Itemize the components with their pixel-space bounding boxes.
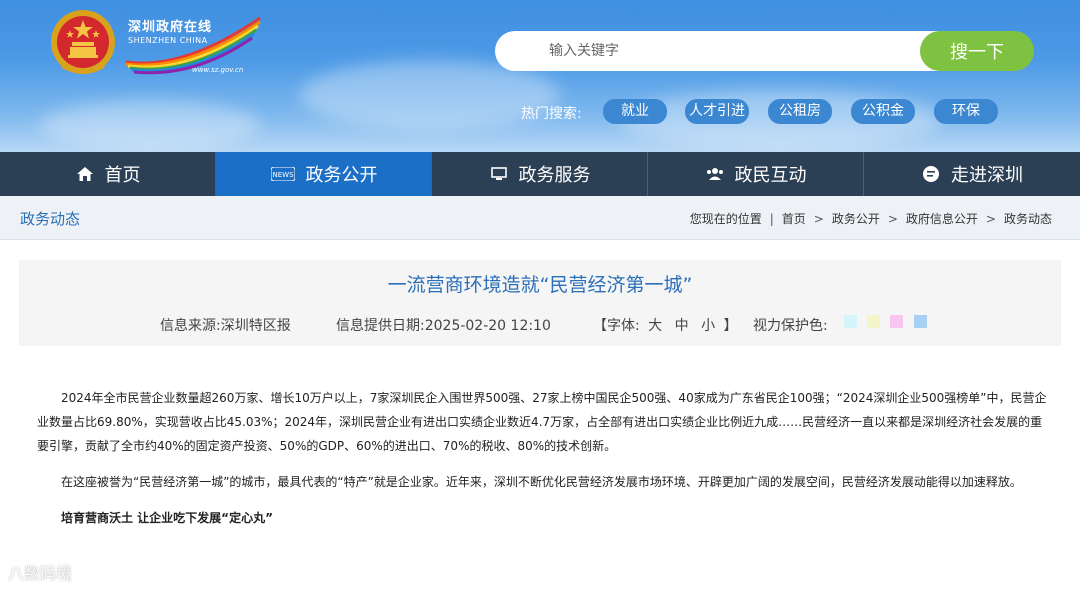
font-size-switcher: 【字体: 大 中 小 】 (593, 315, 738, 335)
nav-item-label: 政务服务 (518, 165, 591, 186)
font-size-large[interactable]: 大 (648, 318, 662, 334)
breadcrumb-separator: > (813, 211, 824, 226)
breadcrumb-location-label: 您现在的位置 (689, 212, 762, 226)
nav-item-label: 首页 (104, 165, 141, 186)
logo-url-text: www.sz.gov.cn (192, 66, 244, 74)
eye-color-pink-swatch[interactable] (890, 315, 903, 328)
date-label: 信息提供日期: (336, 318, 425, 334)
monitor-icon (489, 164, 509, 184)
hot-search-label: 热门搜索: (521, 106, 582, 122)
chat-icon (921, 164, 941, 184)
nav-item-label: 走进深圳 (951, 165, 1023, 186)
font-size-medium[interactable]: 中 (675, 318, 689, 334)
cloud-decoration (40, 100, 260, 150)
nav-item-label: 政务公开 (305, 165, 378, 186)
font-label-close: 】 (723, 318, 738, 334)
site-header: 深圳政府在线 SHENZHEN CHINA www.sz.gov.cn 搜一下 … (0, 0, 1080, 152)
nav-item-gov-open[interactable]: NEWS 政务公开 (216, 152, 432, 196)
article-body: 2024年全市民营企业数量超260万家、增长10万户以上，7家深圳民企入围世界5… (37, 386, 1047, 542)
breadcrumb: 您现在的位置 | 首页 > 政务公开 > 政府信息公开 > 政务动态 (690, 210, 1052, 227)
source-value: 深圳特区报 (220, 318, 291, 334)
nav-item-interaction[interactable]: 政民互动 (648, 152, 864, 196)
eye-color-cyan-swatch[interactable] (844, 315, 857, 328)
eye-protection-label: 视力保护色: (753, 318, 828, 334)
hot-tag-gongjijin[interactable]: 公积金 (851, 99, 915, 124)
breadcrumb-gov-news[interactable]: 政务动态 (1004, 210, 1052, 227)
breadcrumb-home[interactable]: 首页 (782, 210, 806, 227)
section-title: 政务动态 (20, 210, 81, 228)
hot-tag-jiuye[interactable]: 就业 (603, 99, 667, 124)
breadcrumb-bar: 政务动态 您现在的位置 | 首页 > 政务公开 > 政府信息公开 > 政务动态 (0, 196, 1080, 240)
source-label: 信息来源: (160, 318, 221, 334)
breadcrumb-gov-info[interactable]: 政府信息公开 (906, 210, 978, 227)
national-emblem-icon (51, 10, 115, 74)
article-source: 信息来源:深圳特区报 (160, 315, 291, 335)
nav-item-about-shenzhen[interactable]: 走进深圳 (864, 152, 1080, 196)
search-input[interactable] (495, 31, 965, 71)
nav-item-home[interactable]: 首页 (0, 152, 216, 196)
svg-text:NEWS: NEWS (272, 171, 294, 179)
nav-item-gov-service[interactable]: 政务服务 (432, 152, 648, 196)
article-header: 一流营商环境造就“民营经济第一城” 信息来源:深圳特区报 信息提供日期:2025… (19, 260, 1061, 346)
article-paragraph: 2024年全市民营企业数量超260万家、增长10万户以上，7家深圳民企入围世界5… (37, 391, 1047, 453)
breadcrumb-separator: > (887, 211, 898, 226)
home-icon (75, 164, 95, 184)
date-value: 2025-02-20 12:10 (424, 318, 551, 334)
news-icon: NEWS (270, 164, 296, 184)
article-paragraph: 在这座被誉为“民营经济第一城”的城市，最具代表的“特产”就是企业家。近年来，深圳… (61, 475, 1022, 489)
font-size-small[interactable]: 小 (701, 318, 715, 334)
eye-color-yellow-swatch[interactable] (867, 315, 880, 328)
hot-tag-gongzufang[interactable]: 公租房 (768, 99, 832, 124)
breadcrumb-gov-open[interactable]: 政务公开 (832, 210, 880, 227)
eye-color-blue-swatch[interactable] (914, 315, 927, 328)
people-icon (705, 164, 725, 184)
search-button[interactable]: 搜一下 (920, 31, 1034, 71)
breadcrumb-separator: | (769, 211, 774, 226)
main-nav: 首页 NEWS 政务公开 政务服务 政民互动 走进深圳 (0, 152, 1080, 196)
logo-chinese-text: 深圳政府在线 (128, 20, 213, 35)
breadcrumb-separator: > (985, 211, 996, 226)
article-subheading: 培育营商沃土 让企业吃下发展“定心丸” (61, 511, 273, 525)
hot-tag-huanbao[interactable]: 环保 (934, 99, 998, 124)
watermark: 八数码境 (8, 564, 73, 583)
font-label-open: 【字体: (593, 318, 640, 334)
hot-tag-rencai[interactable]: 人才引进 (685, 99, 749, 124)
article-title: 一流营商环境造就“民营经济第一城” (387, 274, 693, 296)
article-date: 信息提供日期:2025-02-20 12:10 (336, 315, 551, 335)
logo-english-text: SHENZHEN CHINA (128, 36, 208, 45)
nav-item-label: 政民互动 (734, 165, 807, 186)
